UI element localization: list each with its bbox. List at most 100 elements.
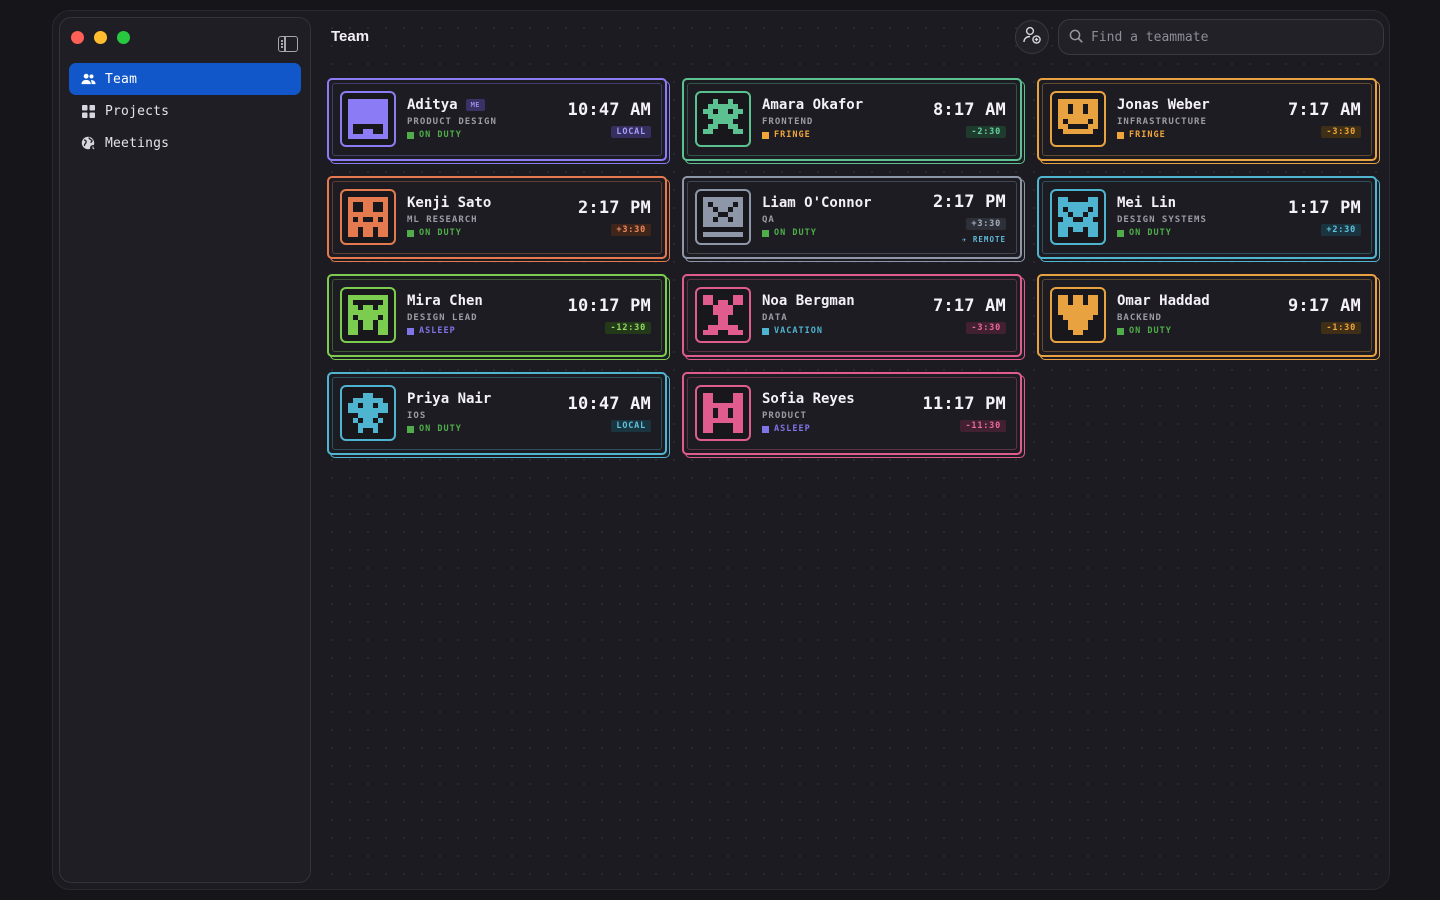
teammate-info: Jonas Weber INFRASTRUCTURE FRINGE [1117,97,1210,140]
cyan-face-icon [1050,189,1106,245]
me-badge: ME [465,99,486,111]
sidebar-item-label: Team [105,71,138,87]
search-box[interactable] [1058,19,1384,55]
zoom-window-button[interactable] [117,31,130,44]
status-label: VACATION [774,326,823,336]
teammate-info: Liam O'Connor QA ON DUTY [762,195,872,238]
teammate-name-row: Amara Okafor [762,97,863,113]
page-title: Team [331,28,370,45]
local-time-column: 7:17 AM -3:30 [1288,100,1361,138]
sidebar-item-meetings[interactable]: Meetings [69,127,301,159]
teammate-card[interactable]: Sofia Reyes PRODUCT ASLEEP 11:17 PM -11:… [682,372,1022,455]
local-time: 10:17 PM [567,296,651,316]
teammate-name: Mira Chen [407,293,483,309]
status-badge: ON DUTY [1117,228,1207,238]
status-badge: ON DUTY [1117,326,1210,336]
status-badge: FRINGE [762,130,863,140]
teammate-role: FRONTEND [762,117,814,127]
teammate-name: Mei Lin [1117,195,1177,211]
teammate-info: Kenji Sato ML RESEARCH ON DUTY [407,195,491,238]
status-square-icon [407,327,414,335]
status-label: ON DUTY [1129,326,1172,336]
teammate-card[interactable]: Jonas Weber INFRASTRUCTURE FRINGE 7:17 A… [1037,78,1377,161]
rose-face-icon [695,385,751,441]
sidebar-item-team[interactable]: Team [69,63,301,95]
teammate-card[interactable]: Priya Nair IOS ON DUTY 10:47 AM LOCAL [327,372,667,455]
timezone-offset-badge: -12:30 [605,322,651,334]
teammate-card[interactable]: Mei Lin DESIGN SYSTEMS ON DUTY 1:17 PM +… [1037,176,1377,259]
purple-face-icon [340,91,396,147]
teammate-info: Priya Nair IOS ON DUTY [407,391,491,434]
teammate-card[interactable]: Noa Bergman DATA VACATION 7:17 AM -3:30 [682,274,1022,357]
status-badge: FRINGE [1117,130,1210,140]
minimize-window-button[interactable] [94,31,107,44]
teammate-info: Noa Bergman DATA VACATION [762,293,855,336]
local-time-column: 2:17 PM +3:30 [578,198,651,236]
green-face-icon [695,91,751,147]
search-input[interactable] [1091,29,1371,45]
local-time: 1:17 PM [1287,198,1361,218]
local-time: 7:17 AM [1287,100,1361,120]
teammate-card[interactable]: Mira Chen DESIGN LEAD ASLEEP 10:17 PM -1… [327,274,667,357]
local-time: 2:17 PM [932,192,1006,212]
timezone-offset-badge: -3:30 [1321,126,1361,138]
teammate-card[interactable]: Amara Okafor FRONTEND FRINGE 8:17 AM -2:… [682,78,1022,161]
remote-indicator: ✈ REMOTE [961,235,1006,244]
sidebar-item-projects[interactable]: Projects [69,95,301,127]
local-time: 10:47 AM [567,100,651,120]
teammate-role: DESIGN LEAD [407,313,478,323]
coral-face-icon [340,189,396,245]
local-time: 7:17 AM [932,296,1006,316]
teammate-name: Kenji Sato [407,195,492,211]
local-time-column: 10:17 PM -12:30 [568,296,651,334]
grid-icon [81,104,96,119]
globe-icon [81,136,96,151]
teammate-info: Mira Chen DESIGN LEAD ASLEEP [407,293,483,336]
status-square-icon [1117,131,1124,139]
teammate-name: Priya Nair [407,391,492,407]
status-badge: ON DUTY [762,228,872,238]
status-badge: VACATION [762,326,855,336]
teammate-name-row: Sofia Reyes [762,391,855,407]
gold-face-icon [1050,287,1106,343]
teammate-card[interactable]: Omar Haddad BACKEND ON DUTY 9:17 AM -1:3… [1037,274,1377,357]
teammate-name-row: Noa Bergman [762,293,855,309]
team-grid: Aditya ME PRODUCT DESIGN ON DUTY 10:47 AM… [327,78,1377,455]
status-label: ASLEEP [774,424,811,434]
local-time-column: 10:47 AM LOCAL [568,100,651,138]
main-content: Team Aditya ME PRODUCT DESIGN ON DUTY [319,11,1389,889]
timezone-offset-badge: -11:30 [960,420,1006,432]
teammate-role: BACKEND [1117,313,1162,323]
status-square-icon [1117,327,1124,335]
local-time: 11:17 PM [922,394,1006,414]
local-time-column: 1:17 PM +2:30 [1288,198,1361,236]
search-icon [1069,28,1083,47]
status-label: ASLEEP [419,326,456,336]
teammate-role: DATA [762,313,788,323]
teammate-name-row: Priya Nair [407,391,491,407]
status-label: ON DUTY [774,228,817,238]
teammate-name-row: Aditya ME [407,97,497,113]
teammate-card[interactable]: Liam O'Connor QA ON DUTY 2:17 PM +3:30 ✈… [682,176,1022,259]
teammate-card[interactable]: Kenji Sato ML RESEARCH ON DUTY 2:17 PM +… [327,176,667,259]
teammate-name: Liam O'Connor [762,195,872,211]
status-badge: ON DUTY [407,228,491,238]
status-label: FRINGE [1129,130,1166,140]
teammate-info: Aditya ME PRODUCT DESIGN ON DUTY [407,97,497,140]
add-teammate-button[interactable] [1015,20,1049,54]
pink-face-icon [695,287,751,343]
sidebar-item-label: Meetings [105,135,170,151]
teammate-card[interactable]: Aditya ME PRODUCT DESIGN ON DUTY 10:47 AM… [327,78,667,161]
teammate-info: Amara Okafor FRONTEND FRINGE [762,97,863,140]
timezone-offset-badge: -1:30 [1321,322,1361,334]
orange-face-icon [1050,91,1106,147]
teammate-name: Noa Bergman [762,293,855,309]
timezone-offset-badge: -2:30 [966,126,1006,138]
status-label: FRINGE [774,130,811,140]
teammate-info: Omar Haddad BACKEND ON DUTY [1117,293,1210,336]
status-square-icon [762,425,769,433]
teammate-name: Amara Okafor [762,97,864,113]
sidebar-toggle-icon[interactable] [278,36,298,52]
status-square-icon [762,327,769,335]
close-window-button[interactable] [71,31,84,44]
